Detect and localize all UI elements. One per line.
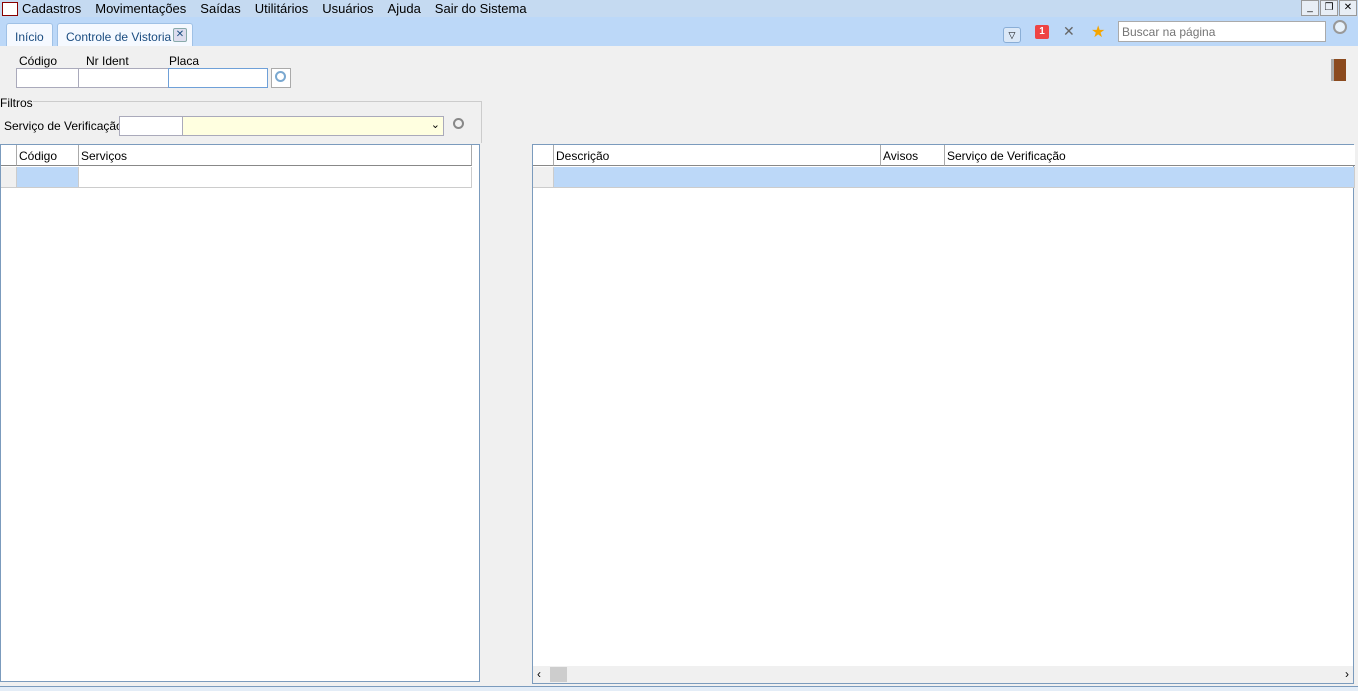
minimize-button[interactable]: _ xyxy=(1301,0,1319,16)
menu-cadastros[interactable]: Cadastros xyxy=(22,1,81,16)
close-tab-icon[interactable]: ✕ xyxy=(173,28,187,42)
servico-select[interactable]: ⌄ xyxy=(182,116,444,136)
servico-code-input[interactable] xyxy=(119,116,183,136)
favorite-star-icon[interactable]: ★ xyxy=(1091,22,1105,42)
menu-saidas[interactable]: Saídas xyxy=(200,1,240,16)
status-bar xyxy=(0,686,1358,691)
row-indicator xyxy=(533,167,554,188)
table-row[interactable] xyxy=(554,167,1355,188)
menu-utilitarios[interactable]: Utilitários xyxy=(255,1,308,16)
servico-label: Serviço de Verificação xyxy=(4,119,123,133)
nr-ident-input[interactable] xyxy=(78,68,169,88)
col-avisos[interactable]: Avisos xyxy=(881,145,945,166)
dropdown-icon[interactable]: ▽ xyxy=(1003,27,1021,43)
col-codigo[interactable]: Código xyxy=(17,145,79,166)
search-icon[interactable] xyxy=(1333,20,1347,34)
page-search-input[interactable] xyxy=(1118,21,1326,42)
unpin-icon[interactable]: ✕ xyxy=(1063,23,1075,40)
scroll-right-icon[interactable]: › xyxy=(1345,667,1349,681)
app-logo-icon xyxy=(2,1,18,16)
row-indicator-header xyxy=(1,145,17,166)
col-servicos[interactable]: Serviços xyxy=(79,145,472,166)
close-button[interactable]: ✕ xyxy=(1339,0,1357,16)
horizontal-scrollbar[interactable]: ‹ › xyxy=(533,666,1353,683)
nr-ident-label: Nr Ident xyxy=(86,54,129,68)
tab-label: Controle de Vistoria xyxy=(66,30,172,44)
magnifier-icon xyxy=(275,71,286,82)
filters-title: Filtros xyxy=(0,96,33,110)
codigo-input[interactable] xyxy=(16,68,79,88)
menu-movimentacoes[interactable]: Movimentações xyxy=(95,1,186,16)
menu-sair[interactable]: Sair do Sistema xyxy=(435,1,527,16)
row-indicator-header xyxy=(533,145,554,166)
placa-input[interactable] xyxy=(168,68,268,88)
col-servico-verificacao[interactable]: Serviço de Verificação xyxy=(945,145,1355,166)
scroll-left-icon[interactable]: ‹ xyxy=(537,667,541,681)
notification-badge[interactable]: 1 xyxy=(1035,25,1049,39)
filter-search-icon[interactable] xyxy=(453,118,464,129)
menu-ajuda[interactable]: Ajuda xyxy=(388,1,421,16)
menu-usuarios[interactable]: Usuários xyxy=(322,1,373,16)
vistoria-grid[interactable]: Descrição Avisos Serviço de Verificação … xyxy=(532,144,1355,684)
chevron-down-icon: ⌄ xyxy=(430,119,440,131)
tab-controle-vistoria[interactable]: Controle de Vistoria ✕ xyxy=(57,23,193,46)
row-indicator xyxy=(1,167,17,188)
cell-codigo[interactable] xyxy=(17,167,79,188)
menu-bar: Cadastros Movimentações Saídas Utilitári… xyxy=(0,0,1358,17)
restore-button[interactable]: ❐ xyxy=(1320,0,1338,16)
services-grid[interactable]: Código Serviços xyxy=(0,144,480,682)
placa-label: Placa xyxy=(169,54,200,68)
tab-bar: Início Controle de Vistoria ✕ ▽ 1 ✕ ★ xyxy=(0,17,1358,46)
scroll-thumb[interactable] xyxy=(550,667,567,682)
exit-door-icon[interactable] xyxy=(1331,59,1346,81)
cell-servicos[interactable] xyxy=(79,167,472,188)
search-button[interactable] xyxy=(271,68,291,88)
codigo-label: Código xyxy=(19,54,58,68)
tab-inicio[interactable]: Início xyxy=(6,23,53,46)
col-descricao[interactable]: Descrição xyxy=(554,145,881,166)
